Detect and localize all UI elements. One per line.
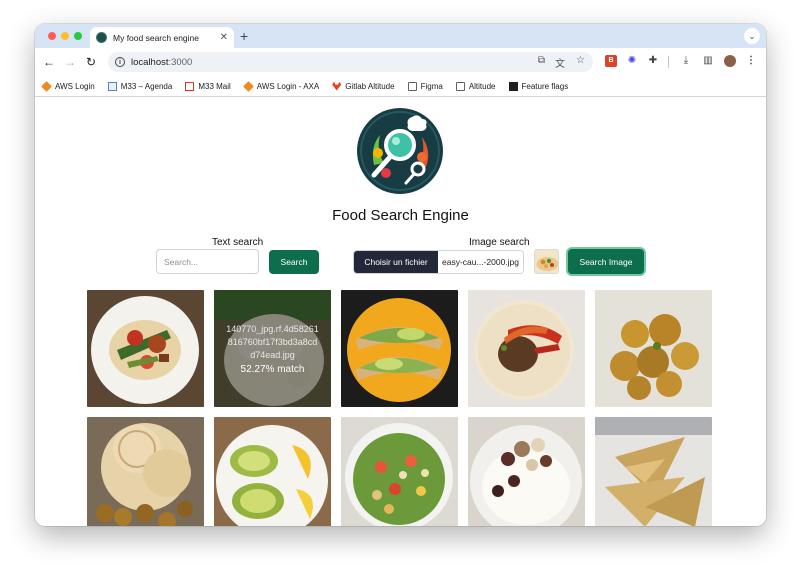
site-favicon-icon (96, 32, 107, 43)
result-image-hovered[interactable]: 140770_jpg.rf.4d58261816760bf17f3bd3a8cd… (214, 290, 331, 407)
minimize-window-button[interactable] (61, 32, 69, 40)
more-menu-icon[interactable]: ⋮ (745, 55, 757, 67)
page-title: Food Search Engine (332, 207, 469, 224)
bookmark-label: AWS Login - AXA (256, 81, 320, 91)
new-tab-button[interactable]: + (240, 27, 248, 45)
match-overlay: 140770_jpg.rf.4d58261816760bf17f3bd3a8cd… (214, 290, 331, 407)
tab-search-chevron-icon[interactable]: ⌄ (744, 28, 760, 44)
result-image[interactable] (341, 290, 458, 407)
download-icon[interactable]: ⤓ (680, 55, 692, 67)
image-search-label: Image search (469, 237, 530, 248)
result-image[interactable] (468, 417, 585, 526)
browser-toolbar: ← → ↻ i localhost:3000 ⧉ 文 ☆ B ✺ ✚ ⤓ ▥ ⋮ (35, 48, 766, 76)
file-input[interactable]: Choisir un fichier easy-cau...-2000.jpg (353, 250, 524, 274)
results-grid: 140770_jpg.rf.4d58261816760bf17f3bd3a8cd… (87, 290, 714, 526)
reload-icon[interactable]: ↻ (86, 54, 96, 70)
bookmark-label: Gitlab Altitude (345, 81, 395, 91)
food-search-logo (357, 108, 443, 194)
bookmarks-bar: AWS Login M33 – Agenda M33 Mail AWS Logi… (35, 76, 766, 97)
page-content: Food Search Engine Text search Search Im… (35, 97, 766, 526)
search-input[interactable] (156, 249, 259, 274)
bookmark-aws-login[interactable]: AWS Login (41, 80, 95, 92)
install-app-icon[interactable]: ⧉ (538, 55, 545, 66)
close-window-button[interactable] (48, 32, 56, 40)
bookmark-m33-agenda[interactable]: M33 – Agenda (107, 81, 173, 91)
bookmark-label: Altitude (468, 81, 496, 91)
site-info-icon[interactable]: i (115, 57, 125, 67)
extension-gear-icon[interactable]: ✺ (626, 55, 638, 67)
selected-file-name: easy-cau...-2000.jpg (438, 251, 523, 273)
search-button[interactable]: Search (269, 250, 319, 274)
search-image-button[interactable]: Search Image (568, 249, 644, 274)
bookmark-figma[interactable]: Figma (407, 81, 443, 91)
result-image[interactable] (214, 417, 331, 526)
bookmark-aws-login-axa[interactable]: AWS Login - AXA (242, 80, 320, 92)
side-panel-icon[interactable]: ▥ (702, 55, 714, 67)
aws-icon (41, 80, 52, 92)
match-score: 52.27% match (240, 363, 305, 375)
gmail-icon (185, 81, 195, 91)
bookmark-label: Figma (420, 81, 443, 91)
extensions-puzzle-icon[interactable]: ✚ (647, 55, 659, 67)
result-image[interactable] (87, 290, 204, 407)
bookmark-feature-flags[interactable]: Feature flags (508, 81, 569, 91)
result-image[interactable] (468, 290, 585, 407)
bookmark-gitlab-altitude[interactable]: Gitlab Altitude (332, 81, 395, 91)
maximize-window-button[interactable] (74, 32, 82, 40)
result-image[interactable] (341, 417, 458, 526)
folder-icon (407, 81, 417, 91)
bookmark-star-icon[interactable]: ☆ (576, 55, 585, 66)
desktop: My food search engine ✕ + ⌄ ← → ↻ i loca… (0, 0, 800, 571)
bookmark-label: M33 Mail (198, 81, 231, 91)
bookmark-label: AWS Login (55, 81, 95, 91)
toolbar-divider (668, 56, 669, 68)
tab-strip: My food search engine ✕ + ⌄ (35, 24, 766, 48)
profile-avatar[interactable] (724, 55, 736, 67)
uploaded-image-preview (534, 249, 559, 274)
browser-window: My food search engine ✕ + ⌄ ← → ↻ i loca… (35, 24, 766, 526)
url-port: :3000 (168, 56, 193, 68)
extension-red-icon[interactable]: B (605, 55, 617, 67)
bookmark-altitude[interactable]: Altitude (455, 81, 496, 91)
match-filename: 140770_jpg.rf.4d58261816760bf17f3bd3a8cd… (226, 323, 319, 360)
tab-active[interactable]: My food search engine ✕ (90, 27, 234, 48)
forward-arrow-icon[interactable]: → (64, 54, 76, 70)
address-bar[interactable]: i localhost:3000 ⧉ 文 ☆ (108, 52, 593, 72)
close-tab-icon[interactable]: ✕ (220, 32, 228, 43)
flag-icon (508, 81, 518, 91)
bookmark-label: Feature flags (521, 81, 569, 91)
result-image[interactable] (595, 290, 712, 407)
back-arrow-icon[interactable]: ← (43, 54, 55, 70)
choose-file-button[interactable]: Choisir un fichier (354, 251, 438, 273)
translate-icon[interactable]: 文 (555, 55, 565, 70)
bookmark-m33-mail[interactable]: M33 Mail (185, 81, 231, 91)
calendar-icon (107, 81, 117, 91)
result-image[interactable] (595, 417, 712, 526)
url-host: localhost (131, 56, 169, 68)
aws-icon (242, 80, 254, 92)
folder-icon (455, 81, 465, 91)
result-image[interactable] (87, 417, 204, 526)
gitlab-icon (332, 81, 342, 91)
tab-title: My food search engine (113, 32, 199, 43)
text-search-label: Text search (212, 237, 264, 248)
bookmark-label: M33 – Agenda (120, 81, 173, 91)
